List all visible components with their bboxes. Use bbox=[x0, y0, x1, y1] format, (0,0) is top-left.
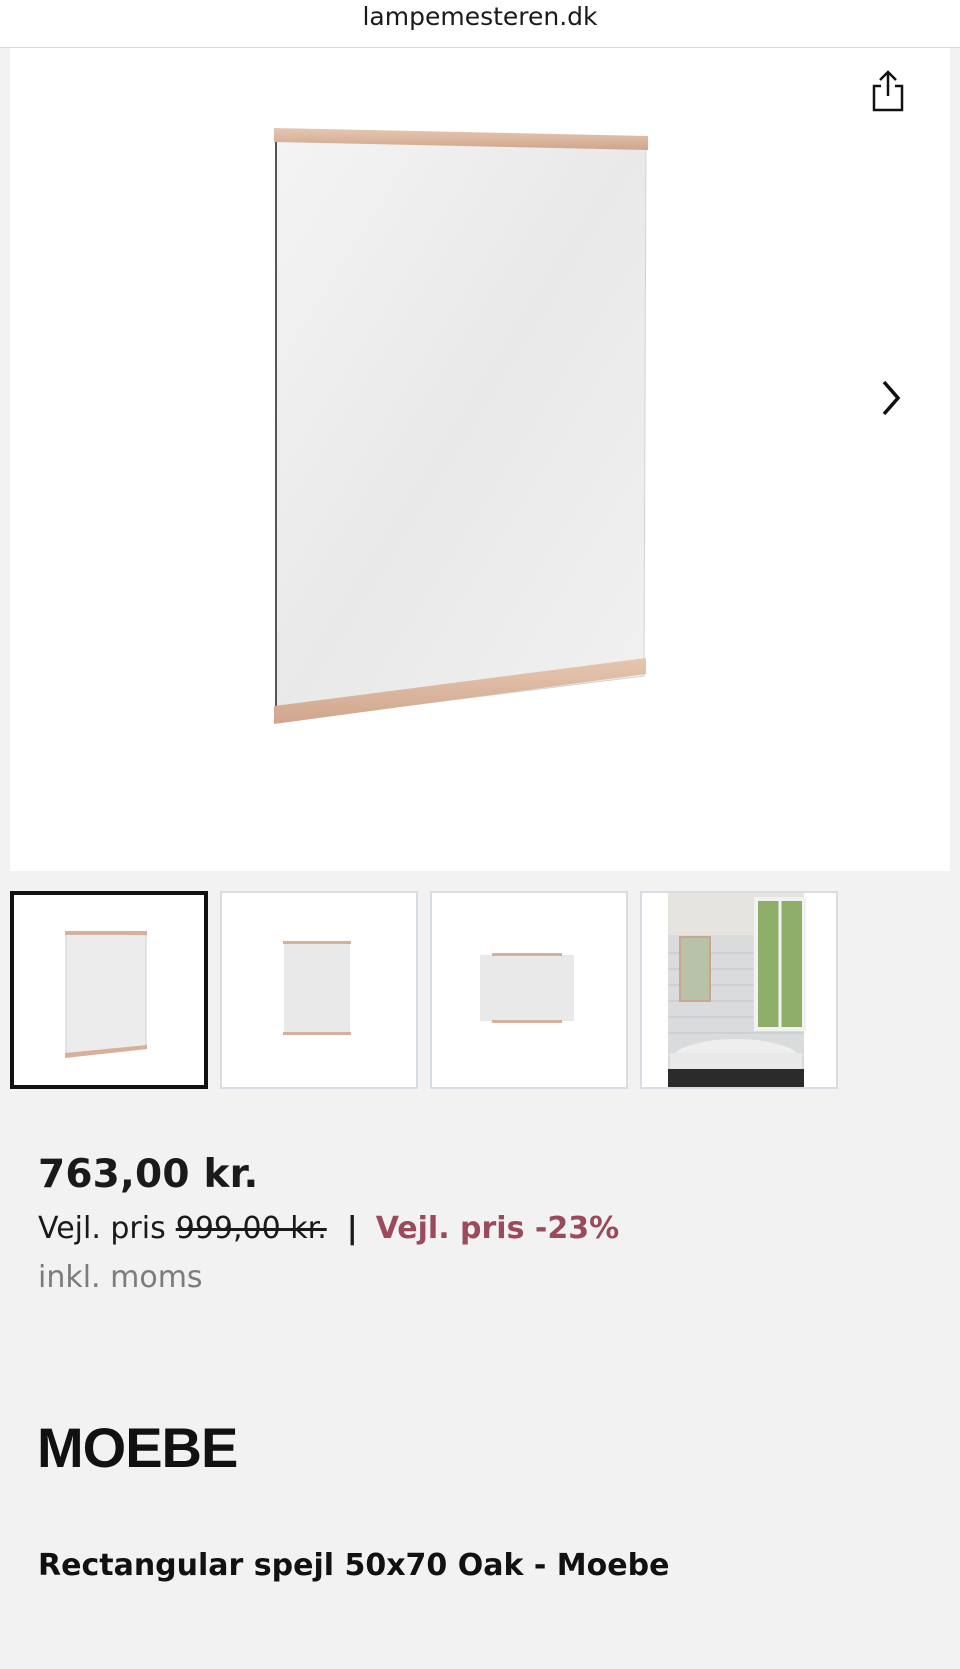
product-image-gallery[interactable] bbox=[10, 48, 950, 871]
rrp-label: Vejl. pris bbox=[38, 1211, 166, 1246]
thumbnail-mirror-landscape[interactable] bbox=[430, 891, 628, 1089]
price-block: 763,00 kr. Vejl. pris 999,00 kr. | Vejl.… bbox=[38, 1152, 619, 1295]
product-title: Rectangular spejl 50x70 Oak - Moebe bbox=[38, 1548, 670, 1583]
share-button[interactable] bbox=[866, 68, 910, 114]
next-image-button[interactable] bbox=[870, 368, 910, 428]
vat-note: inkl. moms bbox=[38, 1260, 203, 1295]
rrp-old-price: 999,00 kr. bbox=[175, 1211, 327, 1246]
address-bar[interactable]: lampemesteren.dk bbox=[0, 0, 960, 48]
rrp-line: Vejl. pris 999,00 kr. | Vejl. pris -23% bbox=[38, 1211, 619, 1246]
share-icon bbox=[872, 70, 904, 112]
thumbnail-mirror-front[interactable] bbox=[10, 891, 208, 1089]
thumbnail-mirror-portrait[interactable] bbox=[220, 891, 418, 1089]
chevron-right-icon bbox=[882, 380, 901, 416]
product-main-image bbox=[274, 128, 648, 724]
discount-badge: Vejl. pris -23% bbox=[375, 1211, 620, 1246]
thumbnail-bathroom-scene[interactable] bbox=[640, 891, 838, 1089]
brand-logo[interactable]: MOEBE bbox=[37, 1415, 238, 1480]
current-price: 763,00 kr. bbox=[38, 1152, 259, 1197]
thumbnail-strip bbox=[10, 891, 838, 1089]
url-text: lampemesteren.dk bbox=[362, 2, 598, 31]
price-separator: | bbox=[346, 1211, 358, 1246]
